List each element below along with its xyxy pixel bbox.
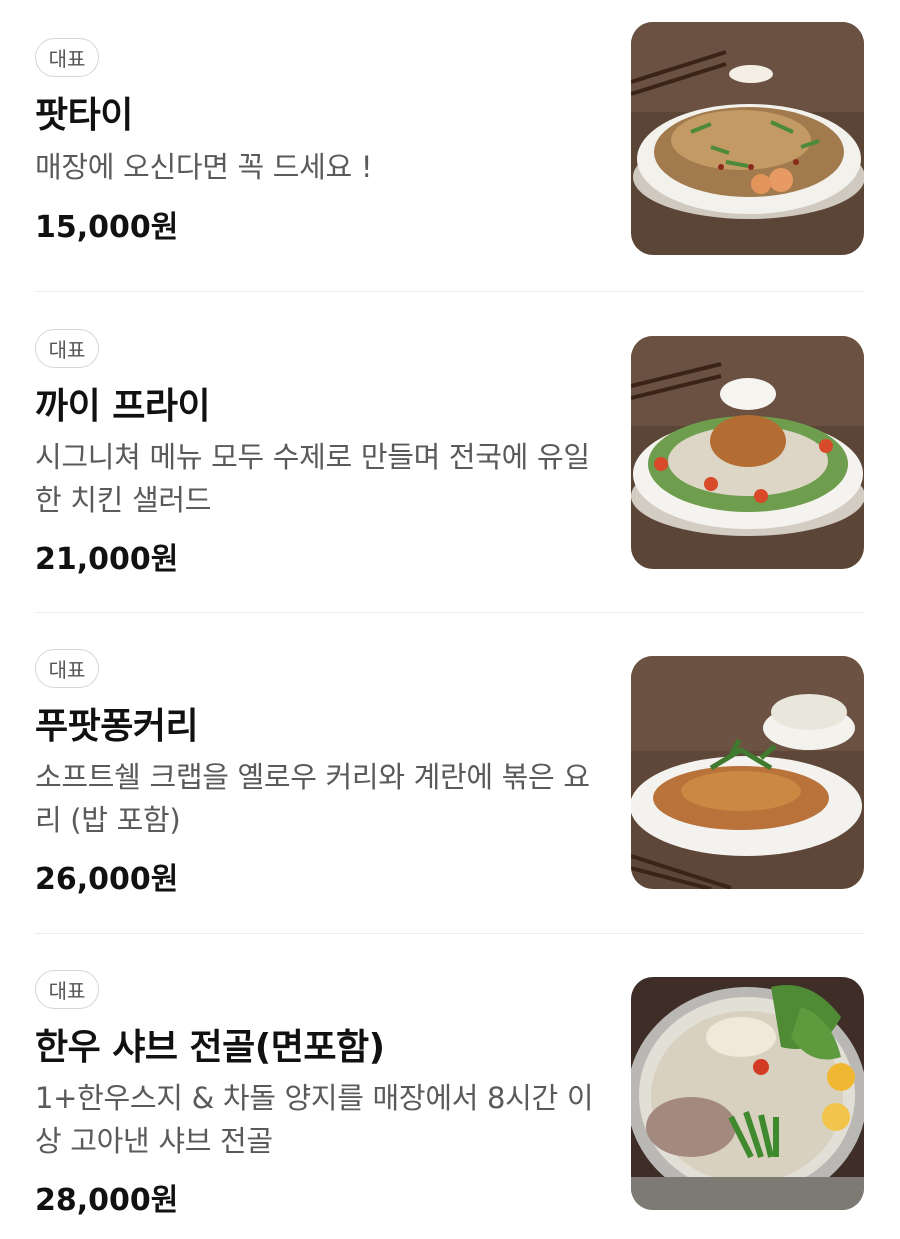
menu-item-price: 15,000원 [35, 210, 179, 245]
divider [35, 291, 865, 292]
menu-item-hanwoo-shabu[interactable]: 대표 한우 샤브 전골(면포함) 1+한우스지 & 차돌 양지를 매장에서 8시… [35, 970, 865, 1218]
menu-item-description: 매장에 오신다면 꼭 드세요 ! [35, 150, 373, 184]
shabu-hotpot-image [631, 977, 864, 1210]
shabu-hotpot-photo[interactable] [631, 977, 864, 1210]
curry-crab-photo[interactable] [631, 656, 864, 889]
chicken-salad-image [631, 336, 864, 569]
pad-thai-image [631, 22, 864, 255]
menu-item-pad-thai[interactable]: 대표 팟타이 매장에 오신다면 꼭 드세요 ! 15,000원 [35, 22, 865, 255]
menu-item-description: 시그니쳐 메뉴 모두 수제로 만들며 전국에 유일한 치킨 샐러드 [35, 440, 590, 517]
menu-item-description: 1+한우스지 & 차돌 양지를 매장에서 8시간 이상 고아낸 샤브 전골 [35, 1081, 594, 1158]
pad-thai-photo[interactable] [631, 22, 864, 255]
divider [35, 933, 865, 934]
menu-item-price: 26,000원 [35, 862, 179, 897]
curry-crab-image [631, 656, 864, 889]
menu-item-description: 소프트쉘 크랩을 옐로우 커리와 계란에 볶은 요리 (밥 포함) [35, 760, 590, 837]
signature-badge: 대표 [35, 649, 99, 688]
menu-item-name: 까이 프라이 [35, 386, 211, 427]
menu-item-price: 21,000원 [35, 542, 179, 577]
menu-item-name: 팟타이 [35, 95, 133, 136]
signature-badge: 대표 [35, 329, 99, 368]
fried-chicken-salad-photo[interactable] [631, 336, 864, 569]
menu-item-name: 푸팟퐁커리 [35, 706, 199, 747]
signature-badge: 대표 [35, 38, 99, 77]
signature-badge: 대표 [35, 970, 99, 1009]
menu-list: 대표 팟타이 매장에 오신다면 꼭 드세요 ! 15,000원 대표 까이 프라… [0, 0, 900, 1239]
divider [35, 612, 865, 613]
menu-item-gai-fry[interactable]: 대표 까이 프라이 시그니쳐 메뉴 모두 수제로 만들며 전국에 유일한 치킨 … [35, 329, 865, 577]
menu-item-price: 28,000원 [35, 1183, 179, 1218]
menu-item-pu-pad-pong-curry[interactable]: 대표 푸팟퐁커리 소프트쉘 크랩을 옐로우 커리와 계란에 볶은 요리 (밥 포… [35, 649, 865, 897]
menu-item-name: 한우 샤브 전골(면포함) [35, 1027, 385, 1068]
